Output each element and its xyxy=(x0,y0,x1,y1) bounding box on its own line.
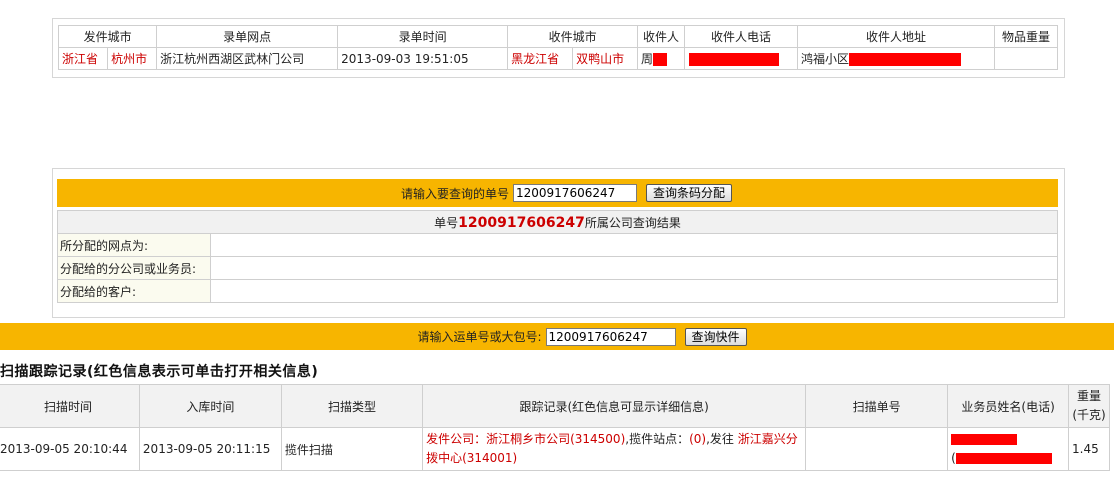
barcode-query-panel: 请输入要查询的单号 查询条码分配 单号1200917606247所属公司查询结果… xyxy=(52,168,1065,318)
tracking-dest-link[interactable]: 浙江嘉兴分 xyxy=(738,432,798,446)
send-city-link[interactable]: 杭州市 xyxy=(107,47,158,70)
shipment-table: 发件城市 录单网点 录单时间 收件城市 收件人 收件人电话 收件人地址 物品重量… xyxy=(57,25,1058,70)
tracking-dest-link-cont[interactable]: 拨中心(314001) xyxy=(426,451,517,465)
scan-records-title: 扫描跟踪记录(红色信息表示可单击打开相关信息) xyxy=(0,364,319,380)
allocated-customer-label: 分配给的客户: xyxy=(57,279,211,303)
tracking-prefix: 发件公司： xyxy=(426,432,487,446)
result-suffix: 所属公司查询结果 xyxy=(584,215,681,230)
allocation-row: 所分配的网点为: xyxy=(57,233,1058,257)
recipient-address: 鸿福小区 xyxy=(801,52,850,66)
tracking-mid2: ,发往 xyxy=(706,432,738,446)
col-recipient-address: 收件人地址 xyxy=(797,25,995,48)
entry-time: 2013-09-03 19:51:05 xyxy=(337,47,509,70)
redaction-mark xyxy=(955,453,1052,464)
allocated-outlet-label: 所分配的网点为: xyxy=(57,233,211,257)
allocation-result-title: 单号1200917606247所属公司查询结果 xyxy=(57,210,1058,234)
scan-no xyxy=(805,427,949,471)
redaction-mark xyxy=(951,434,1018,445)
col-weight: 重量 (千克) xyxy=(1068,384,1110,428)
tracking-company-link[interactable]: 浙江桐乡市公司(314500) xyxy=(486,432,625,446)
recv-city-link[interactable]: 双鸭山市 xyxy=(572,47,638,70)
recv-province-link[interactable]: 黑龙江省 xyxy=(507,47,574,70)
waybill-input[interactable] xyxy=(545,327,676,346)
barcode-query-bar: 请输入要查询的单号 查询条码分配 xyxy=(57,179,1058,207)
allocated-outlet-value xyxy=(210,233,1058,257)
weight-header-line2: (千克) xyxy=(1072,408,1106,422)
scan-type: 揽件扫描 xyxy=(280,427,424,471)
storage-time: 2013-09-05 20:11:15 xyxy=(138,427,282,471)
scan-record-row: 2013-09-05 20:10:44 2013-09-05 20:11:15 … xyxy=(0,427,1110,471)
recipient-name: 周 xyxy=(641,52,654,66)
barcode-input[interactable] xyxy=(513,184,637,202)
recipient-cell: 周 xyxy=(637,47,685,70)
result-prefix: 单号 xyxy=(434,215,459,230)
shipment-row: 浙江省 杭州市 浙江杭州西湖区武林门公司 2013-09-03 19:51:05… xyxy=(57,47,1058,70)
col-scan-no: 扫描单号 xyxy=(805,384,949,428)
query-waybill-button[interactable]: 查询快件 xyxy=(684,327,747,346)
redaction-mark xyxy=(849,53,962,66)
col-scan-time: 扫描时间 xyxy=(0,384,140,428)
col-recipient: 收件人 xyxy=(637,25,685,48)
col-weight: 物品重量 xyxy=(994,25,1058,48)
allocated-branch-value xyxy=(210,256,1058,280)
col-recv-city: 收件城市 xyxy=(507,25,638,48)
scan-time: 2013-09-05 20:10:44 xyxy=(0,427,140,471)
tracking-record: 发件公司：浙江桐乡市公司(314500),揽件站点：(0),发往 浙江嘉兴分 拨… xyxy=(422,427,807,471)
barcode-query-prompt: 请输入要查询的单号 xyxy=(400,186,509,201)
scan-header-row: 扫描时间 入库时间 扫描类型 跟踪记录(红色信息可显示详细信息) 扫描单号 业务… xyxy=(0,384,1110,428)
col-send-city: 发件城市 xyxy=(57,25,158,48)
shipment-header-row: 发件城市 录单网点 录单时间 收件城市 收件人 收件人电话 收件人地址 物品重量 xyxy=(57,25,1058,48)
weight-cell xyxy=(994,47,1058,70)
scan-weight: 1.45 xyxy=(1068,427,1110,471)
redaction-mark xyxy=(689,52,779,66)
col-storage-time: 入库时间 xyxy=(138,384,282,428)
query-barcode-button[interactable]: 查询条码分配 xyxy=(646,184,733,202)
allocated-branch-label: 分配给的分公司或业务员: xyxy=(57,256,211,280)
shipment-info-panel: 发件城市 录单网点 录单时间 收件城市 收件人 收件人电话 收件人地址 物品重量… xyxy=(52,18,1065,78)
result-number: 1200917606247 xyxy=(458,214,585,231)
waybill-query-bar: 请输入运单号或大包号: 查询快件 xyxy=(0,323,1114,350)
col-recipient-phone: 收件人电话 xyxy=(684,25,798,48)
allocation-row: 分配给的客户: xyxy=(57,279,1058,303)
waybill-query-prompt: 请输入运单号或大包号: xyxy=(417,330,542,344)
recipient-phone-cell xyxy=(684,47,798,70)
col-tracking: 跟踪记录(红色信息可显示详细信息) xyxy=(422,384,807,428)
col-entry-time: 录单时间 xyxy=(337,25,509,48)
tracking-site-link[interactable]: (0) xyxy=(689,432,706,446)
weight-header-line1: 重量 xyxy=(1077,389,1102,403)
staff-cell: ( xyxy=(947,427,1070,471)
scan-records-table: 扫描时间 入库时间 扫描类型 跟踪记录(红色信息可显示详细信息) 扫描单号 业务… xyxy=(0,384,1110,471)
allocation-result-table: 单号1200917606247所属公司查询结果 所分配的网点为: 分配给的分公司… xyxy=(57,210,1058,303)
allocation-row: 分配给的分公司或业务员: xyxy=(57,256,1058,280)
col-staff: 业务员姓名(电话) xyxy=(947,384,1070,428)
col-scan-type: 扫描类型 xyxy=(280,384,424,428)
entry-outlet: 浙江杭州西湖区武林门公司 xyxy=(156,47,339,70)
recipient-address-cell: 鸿福小区 xyxy=(797,47,995,70)
tracking-mid1: ,揽件站点： xyxy=(625,432,690,446)
redaction-mark xyxy=(653,53,668,66)
col-entry-outlet: 录单网点 xyxy=(156,25,339,48)
send-province-link[interactable]: 浙江省 xyxy=(57,47,109,70)
allocated-customer-value xyxy=(210,279,1058,303)
